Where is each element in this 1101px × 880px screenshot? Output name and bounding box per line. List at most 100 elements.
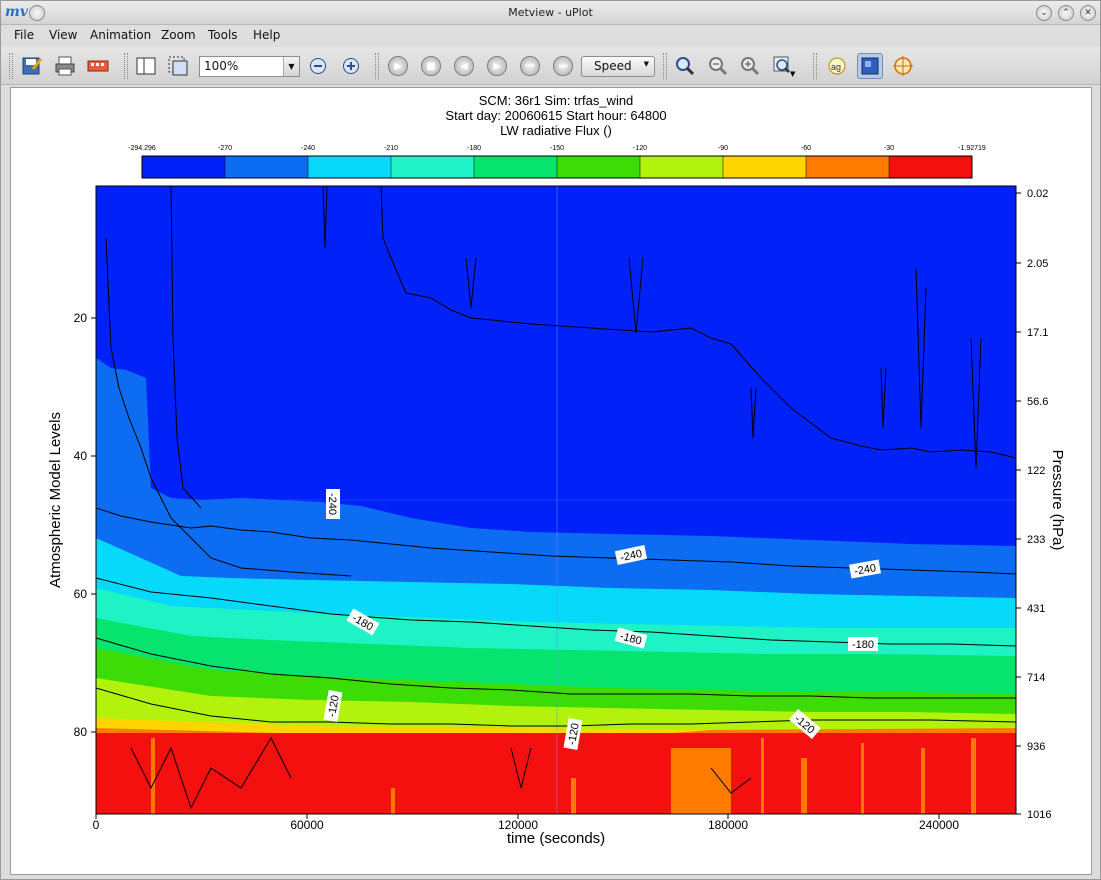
cmap-icon[interactable] <box>85 53 111 79</box>
legend-box-4 <box>391 156 474 178</box>
stop-icon[interactable]: ■ <box>418 53 444 79</box>
chevron-down-icon: ▼ <box>643 60 649 68</box>
legend-label: -240 <box>301 145 315 152</box>
y-tick-label: 40 <box>74 449 88 463</box>
legend-box-10 <box>889 156 972 178</box>
zoom-in-icon[interactable] <box>338 53 364 79</box>
toolbar-grip[interactable] <box>375 53 379 79</box>
maximize-icon[interactable]: ⌃ <box>1058 5 1074 21</box>
legend-label: -90 <box>718 145 728 152</box>
first-icon[interactable]: ⏮ <box>517 53 543 79</box>
play-icon[interactable]: ▶ <box>385 53 411 79</box>
last-icon[interactable]: ⏭ <box>550 53 576 79</box>
x-tick-label: 180000 <box>708 818 748 832</box>
legend-label: -270 <box>218 145 232 152</box>
x-tick-label: 0 <box>93 818 100 832</box>
zoom-level-select[interactable]: 100% ▼ <box>199 56 300 77</box>
zoom-out-lens-icon[interactable] <box>705 53 731 79</box>
y-right-tick-label: 936 <box>1027 741 1045 753</box>
contour-label-neg180-c: -180 <box>848 637 878 651</box>
svg-text:-240: -240 <box>326 493 338 515</box>
y-right-tick-label: 714 <box>1027 672 1045 684</box>
sidebar-icon[interactable] <box>133 53 159 79</box>
y-axis-left: 20 40 60 80 Atmospheric Model Levels <box>47 311 96 739</box>
y-right-tick-label: 122 <box>1027 465 1045 477</box>
print-icon[interactable] <box>52 53 78 79</box>
legend-box-3 <box>308 156 391 178</box>
toolbar-grip[interactable] <box>663 53 667 79</box>
zoom-area-icon[interactable] <box>165 53 191 79</box>
prev-icon[interactable]: ◀ <box>451 53 477 79</box>
menu-zoom[interactable]: Zoom <box>161 28 196 42</box>
plot-title-line-1: SCM: 36r1 Sim: trfas_wind <box>479 93 634 108</box>
legend-label: -1.92719 <box>958 145 986 152</box>
menu-help[interactable]: Help <box>253 28 280 42</box>
zoom-in-lens-icon[interactable] <box>737 53 763 79</box>
contour-plot-area[interactable]: -240 -240 -240 -180 -180 -180 -120 -120 … <box>96 186 1016 814</box>
y-right-tick-label: 0.02 <box>1027 188 1048 200</box>
x-axis-title: time (seconds) <box>507 830 605 847</box>
title-bar[interactable]: mv Metview - uPlot ⌄ ⌃ ✕ <box>1 1 1100 25</box>
menu-tools[interactable]: Tools <box>208 28 238 42</box>
legend-label: -60 <box>801 145 811 152</box>
y-right-tick-label: 431 <box>1027 603 1045 615</box>
close-icon[interactable]: ✕ <box>1080 5 1096 21</box>
toolbar-grip[interactable] <box>9 53 13 79</box>
legend-label: -210 <box>384 145 398 152</box>
toolbar: 100% ▼ ▶ ■ ◀ ▶ ⏮ ⏭ Speed ▼ ▼ ag <box>1 47 1100 85</box>
toolbar-grip[interactable] <box>813 53 817 79</box>
chevron-down-icon[interactable]: ▼ <box>283 57 299 76</box>
legend-label: -30 <box>884 145 894 152</box>
menu-file[interactable]: File <box>14 28 34 42</box>
menu-animation[interactable]: Animation <box>90 28 151 42</box>
svg-text:ag: ag <box>831 62 841 72</box>
y-right-tick-label: 56.6 <box>1027 396 1048 408</box>
minimize-icon[interactable]: ⌄ <box>1036 5 1052 21</box>
y-axis-right: 0.02 2.05 17.1 56.6 122 233 431 714 936 … <box>1016 188 1066 821</box>
x-axis: 0 60000 120000 180000 240000 time (secon… <box>93 814 959 847</box>
magnifier-icon[interactable] <box>672 53 698 79</box>
y-right-tick-label: 2.05 <box>1027 258 1048 270</box>
legend-label: -120 <box>633 145 647 152</box>
y-tick-label: 80 <box>74 725 88 739</box>
magics-icon[interactable]: ag <box>824 53 850 79</box>
layers-icon[interactable] <box>857 53 883 79</box>
legend-box-7 <box>640 156 723 178</box>
toolbar-grip[interactable] <box>124 53 128 79</box>
plot-canvas[interactable]: SCM: 36r1 Sim: trfas_wind Start day: 200… <box>10 87 1092 875</box>
next-icon[interactable]: ▶ <box>484 53 510 79</box>
y-right-tick-label: 1016 <box>1027 809 1051 821</box>
legend-box-1 <box>142 156 225 178</box>
cursor-data-icon[interactable] <box>890 53 916 79</box>
plot-title-line-3: LW radiative Flux () <box>500 123 612 138</box>
legend-label: -150 <box>550 145 564 152</box>
contour-label-neg240-a: -240 <box>326 489 340 519</box>
svg-text:-180: -180 <box>852 639 874 651</box>
y-right-tick-label: 17.1 <box>1027 327 1048 339</box>
legend-box-2 <box>225 156 308 178</box>
menu-bar: File View Animation Zoom Tools Help <box>1 25 1100 47</box>
legend-box-6 <box>557 156 640 178</box>
legend-label: -180 <box>467 145 481 152</box>
svg-text:▼: ▼ <box>790 70 796 77</box>
plot-title-line-2: Start day: 20060615 Start hour: 64800 <box>445 108 666 123</box>
x-tick-label: 60000 <box>290 818 324 832</box>
legend-box-5 <box>474 156 557 178</box>
y-axis-right-title: Pressure (hPa) <box>1049 450 1066 551</box>
colour-legend: -294.296 -270 -240 -210 -180 -150 -120 -… <box>128 145 986 179</box>
x-tick-label: 240000 <box>919 818 959 832</box>
zoom-out-icon[interactable] <box>305 53 331 79</box>
y-tick-label: 60 <box>74 587 88 601</box>
y-tick-label: 20 <box>74 311 88 325</box>
legend-box-9 <box>806 156 889 178</box>
app-window: mv Metview - uPlot ⌄ ⌃ ✕ File View Anima… <box>0 0 1101 880</box>
speed-button[interactable]: Speed ▼ <box>581 56 655 77</box>
legend-label: -294.296 <box>128 145 156 152</box>
zoom-history-icon[interactable]: ▼ <box>771 53 797 79</box>
legend-box-8 <box>723 156 806 178</box>
y-axis-left-title: Atmospheric Model Levels <box>47 412 64 588</box>
menu-view[interactable]: View <box>49 28 77 42</box>
export-icon[interactable] <box>19 53 45 79</box>
window-title: Metview - uPlot <box>508 6 593 19</box>
y-right-tick-label: 233 <box>1027 534 1045 546</box>
